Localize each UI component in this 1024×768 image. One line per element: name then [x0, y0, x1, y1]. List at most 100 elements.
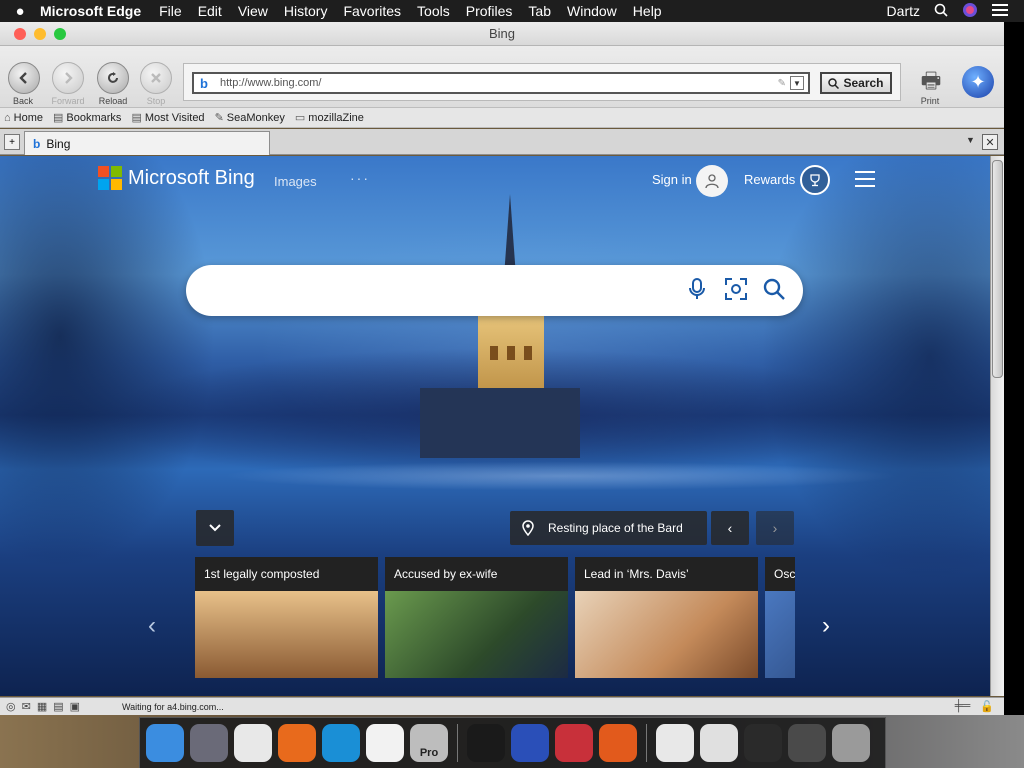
zoom-window-button[interactable]	[54, 28, 66, 40]
menu-tools[interactable]: Tools	[417, 3, 450, 19]
bookmark-seamonkey[interactable]: ✎ SeaMonkey	[214, 111, 285, 125]
dock-separator	[646, 724, 647, 762]
bing-search-input[interactable]	[210, 279, 670, 301]
nav-images-link[interactable]: Images	[274, 174, 317, 189]
close-tab-button[interactable]: ✕	[982, 134, 998, 150]
control-center-icon[interactable]	[992, 3, 1008, 19]
user-icon	[705, 174, 719, 189]
menu-file[interactable]: File	[159, 3, 182, 19]
navigator-icon[interactable]: ◎	[6, 700, 16, 713]
edge-icon[interactable]	[322, 724, 360, 762]
carousel-next-icon[interactable]: ›	[822, 612, 830, 640]
previous-image-button[interactable]: ‹	[711, 511, 749, 545]
forward-button[interactable]	[52, 62, 84, 94]
folder-icon: ▤	[53, 112, 64, 124]
image-location-label: Resting place of the Bard	[548, 521, 683, 535]
siri-icon[interactable]	[962, 2, 978, 21]
blocked-icon[interactable]	[656, 724, 694, 762]
pro-app-icon[interactable]: Pro	[410, 724, 448, 762]
search-submit-icon[interactable]	[762, 277, 786, 307]
visual-search-icon[interactable]	[724, 277, 748, 307]
preview-icon[interactable]	[788, 724, 826, 762]
url-history-dropdown-icon[interactable]: ▼	[790, 76, 804, 90]
bing-logo[interactable]: Microsoft Bing	[98, 166, 255, 190]
parallels-icon[interactable]	[555, 724, 593, 762]
bing-search-box[interactable]	[186, 265, 803, 316]
back-button[interactable]	[8, 62, 40, 94]
forward-label: Forward	[51, 96, 85, 106]
carousel-prev-icon[interactable]: ‹	[148, 612, 156, 640]
spotlight-icon[interactable]	[934, 3, 948, 20]
search-button[interactable]: Search	[820, 72, 892, 94]
apple-menu-icon[interactable]: ●	[0, 3, 40, 20]
window-title-bar: Bing	[0, 22, 1004, 46]
news-card[interactable]: Osc	[765, 557, 795, 678]
trash-icon[interactable]	[832, 724, 870, 762]
address-book-icon[interactable]: ▣	[70, 700, 80, 713]
stop-label: Stop	[146, 96, 166, 106]
scrollbar-thumb[interactable]	[992, 160, 1003, 378]
launchpad-icon[interactable]	[190, 724, 228, 762]
mail-icon[interactable]: ✉	[22, 700, 31, 713]
reload-button[interactable]	[97, 62, 129, 94]
user-name[interactable]: Dartz	[887, 3, 920, 19]
menu-edit[interactable]: Edit	[198, 3, 222, 19]
menu-tab[interactable]: Tab	[528, 3, 551, 19]
bookmark-home-label: Home	[13, 111, 43, 124]
news-card[interactable]: 1st legally composted	[195, 557, 378, 678]
rewards-link[interactable]: Rewards	[744, 172, 795, 187]
menu-view[interactable]: View	[238, 3, 268, 19]
rewards-trophy-icon[interactable]	[800, 165, 830, 195]
address-bar[interactable]: b ✎ ▼	[192, 72, 810, 94]
menu-profiles[interactable]: Profiles	[466, 3, 513, 19]
close-window-button[interactable]	[14, 28, 26, 40]
stop-button[interactable]	[140, 62, 172, 94]
app-menu[interactable]: Microsoft Edge	[40, 3, 141, 19]
chrome-icon[interactable]	[234, 724, 272, 762]
menu-history[interactable]: History	[284, 3, 328, 19]
seamonkey-throbber-icon[interactable]: ✦	[962, 66, 994, 98]
status-right-icons: ╪═ 🔓	[955, 700, 994, 713]
finder-icon[interactable]	[146, 724, 184, 762]
terminal-icon[interactable]	[467, 724, 505, 762]
news-card[interactable]: Lead in ‘Mrs. Davis’	[575, 557, 758, 678]
composer-icon[interactable]: ▤	[53, 700, 63, 713]
background-snow	[150, 456, 970, 496]
bookmark-home[interactable]: ⌂ Home	[4, 112, 43, 124]
link-icon: ✎	[214, 112, 224, 124]
bookmark-bookmarks[interactable]: ▤ Bookmarks	[53, 111, 121, 125]
collapse-feed-button[interactable]	[196, 510, 234, 546]
tab-bing[interactable]: b Bing	[24, 131, 270, 155]
folder-icon: ▤	[131, 112, 142, 124]
new-tab-button[interactable]: +	[4, 134, 20, 150]
avatar[interactable]	[696, 165, 728, 197]
tab-list-dropdown-icon[interactable]: ▼	[966, 135, 975, 145]
menu-window[interactable]: Window	[567, 3, 617, 19]
url-input[interactable]	[220, 77, 778, 89]
menu-favorites[interactable]: Favorites	[343, 3, 401, 19]
menu-help[interactable]: Help	[633, 3, 662, 19]
microphone-icon[interactable]	[688, 277, 706, 307]
document-icon[interactable]	[700, 724, 738, 762]
vertical-scrollbar[interactable]	[990, 156, 1004, 696]
bookmark-mozillazine[interactable]: ▭ mozillaZine	[295, 111, 364, 125]
sign-in-link[interactable]: Sign in	[652, 172, 692, 187]
ubuntu-icon[interactable]	[599, 724, 637, 762]
minimize-window-button[interactable]	[34, 28, 46, 40]
firefox-icon[interactable]	[278, 724, 316, 762]
print-label: Print	[920, 96, 940, 106]
chat-icon[interactable]: ▦	[37, 700, 47, 713]
print-icon[interactable]: 🖶	[914, 64, 948, 93]
image-location-info[interactable]: Resting place of the Bard	[510, 511, 707, 545]
security-lock-icon[interactable]: 🔓	[980, 700, 994, 713]
news-card[interactable]: Accused by ex-wife	[385, 557, 568, 678]
site-identity-icon[interactable]: ✎	[778, 78, 786, 89]
menu-hamburger-icon[interactable]	[855, 171, 875, 187]
bookmark-mozillazine-label: mozillaZine	[308, 111, 364, 124]
bookmark-most-visited[interactable]: ▤ Most Visited	[131, 111, 204, 125]
seamonkey-icon[interactable]	[511, 724, 549, 762]
screens-icon[interactable]	[744, 724, 782, 762]
next-image-button[interactable]: ›	[756, 511, 794, 545]
nav-more-icon[interactable]: ···	[350, 170, 370, 186]
vscode-icon[interactable]	[366, 724, 404, 762]
